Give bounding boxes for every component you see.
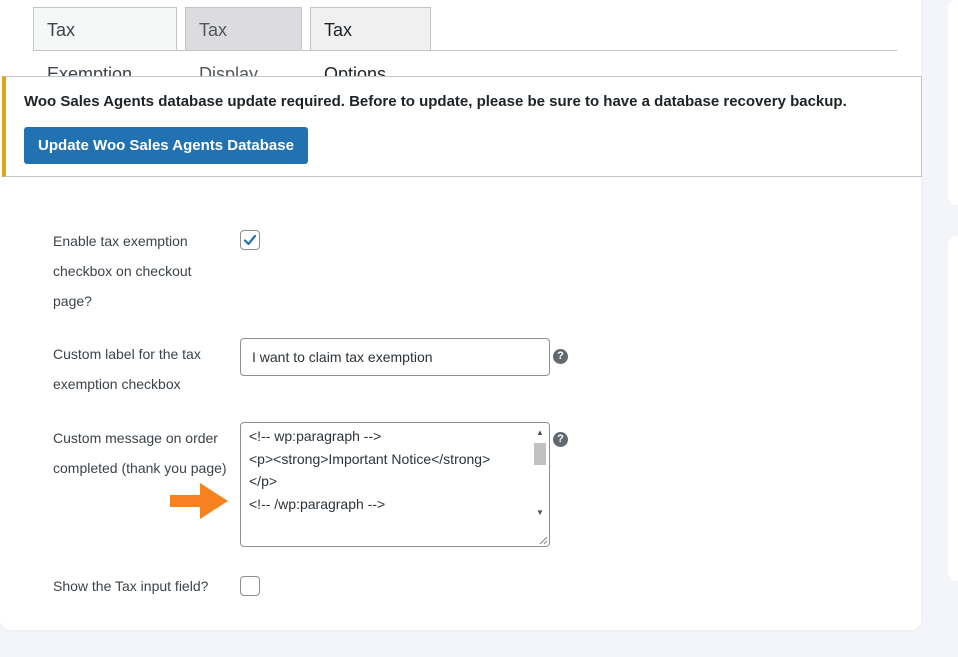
custom-message-label: Custom message on order completed (thank… xyxy=(53,430,227,476)
question-icon[interactable]: ? xyxy=(553,349,568,364)
textarea-line: <!-- wp:paragraph --> xyxy=(249,428,382,444)
textarea-line: <!-- /wp:paragraph --> xyxy=(249,495,386,512)
textarea-line: </p> xyxy=(249,473,278,489)
textarea-scrollbar[interactable]: ▲ ▼ xyxy=(531,423,549,546)
question-icon[interactable]: ? xyxy=(553,432,568,447)
enable-tax-exemption-checkbox[interactable] xyxy=(240,230,260,250)
enable-tax-exemption-label: Enable tax exemption checkbox on checkou… xyxy=(53,233,192,309)
side-panel xyxy=(948,0,958,205)
textarea-content: <!-- wp:paragraph --> <p><strong>Importan… xyxy=(249,425,531,515)
custom-label-label: Custom label for the tax exemption check… xyxy=(53,346,201,392)
textarea-line: <p><strong>Important Notice</strong> xyxy=(249,450,491,467)
resize-grip-icon[interactable] xyxy=(536,533,548,545)
side-panel xyxy=(948,236,958,581)
tab-tax-exemption[interactable]: Tax Exemption xyxy=(33,7,177,84)
tab-tax-display[interactable]: Tax Display xyxy=(185,7,302,84)
tab-tax-options[interactable]: Tax Options xyxy=(310,7,431,84)
update-database-button[interactable]: Update Woo Sales Agents Database xyxy=(24,127,308,164)
tab-bar: Tax Exemption Tax Display Tax Options xyxy=(33,7,897,84)
show-tax-input-checkbox[interactable] xyxy=(240,576,260,596)
custom-message-textarea[interactable]: <!-- wp:paragraph --> <p><strong>Importan… xyxy=(240,422,550,547)
scroll-up-arrow-icon[interactable]: ▲ xyxy=(531,425,549,441)
scroll-thumb[interactable] xyxy=(534,443,546,465)
show-tax-input-label: Show the Tax input field? xyxy=(53,578,209,594)
update-notice: Woo Sales Agents database update require… xyxy=(2,76,922,177)
scroll-down-arrow-icon[interactable]: ▼ xyxy=(531,505,549,521)
custom-label-input[interactable]: I want to claim tax exemption xyxy=(240,338,550,376)
arrow-right-icon xyxy=(170,483,228,519)
notice-message: Woo Sales Agents database update require… xyxy=(24,93,847,110)
checkmark-icon xyxy=(243,234,257,246)
tab-divider xyxy=(33,50,897,51)
